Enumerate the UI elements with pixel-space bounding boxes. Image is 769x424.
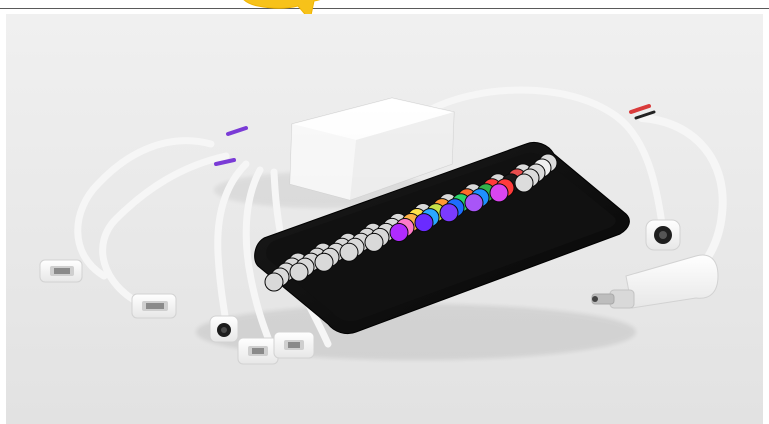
product-photo (6, 14, 763, 424)
image-frame (0, 0, 769, 424)
dc-jack-left (209, 315, 239, 343)
remote-button (364, 232, 384, 252)
remote-button (339, 242, 359, 262)
connector-bottom-1 (237, 337, 279, 365)
top-divider (0, 8, 769, 9)
dc-jack-right (645, 219, 681, 251)
connector-left-2 (131, 293, 177, 319)
remote-button (414, 213, 434, 233)
remote-button (439, 203, 459, 223)
product-photo-svg (6, 14, 763, 424)
remote-button (514, 173, 534, 193)
remote-button (264, 272, 284, 292)
remote-button (489, 183, 509, 203)
connector-left (39, 259, 83, 283)
remote-button (389, 223, 409, 242)
remote-button (314, 252, 334, 272)
remote-button (289, 262, 309, 282)
connector-bottom-2 (273, 331, 315, 359)
remote-button (464, 193, 484, 213)
